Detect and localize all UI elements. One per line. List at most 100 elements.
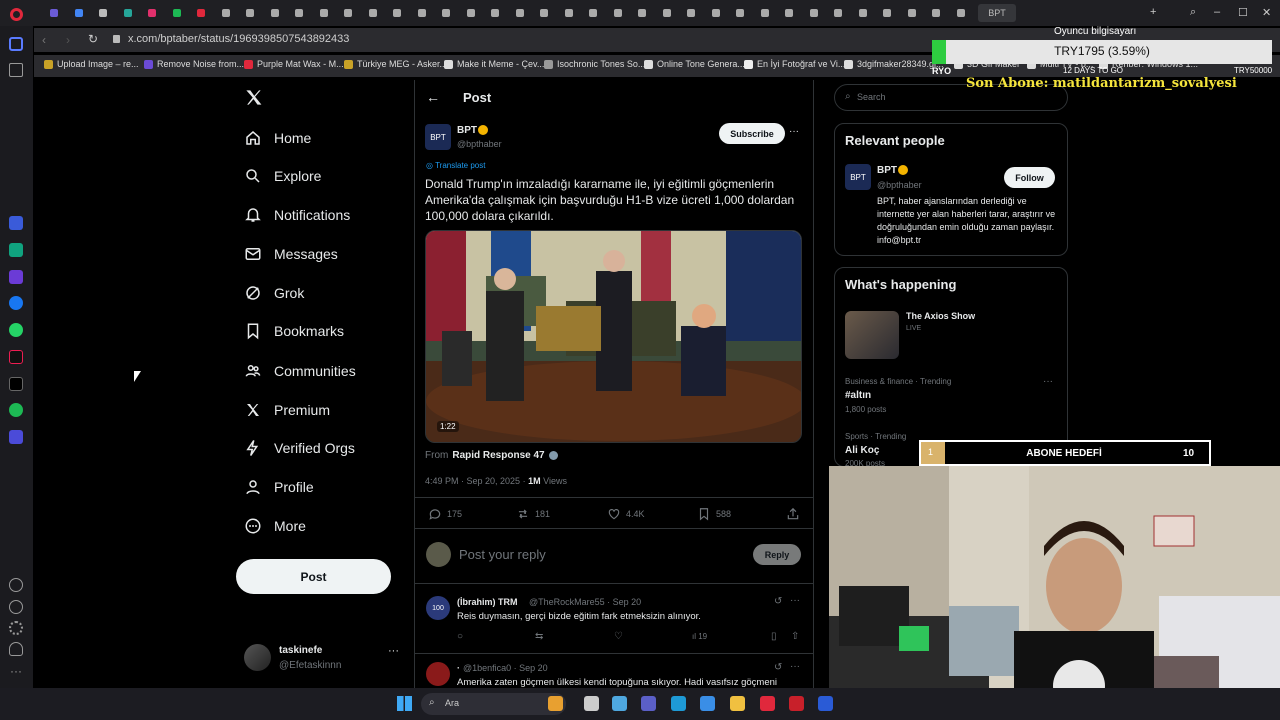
trend-more-icon[interactable]: ··· bbox=[1043, 376, 1053, 387]
nav-item-communities[interactable]: Communities bbox=[244, 358, 356, 384]
edge-icon[interactable] bbox=[671, 696, 686, 711]
browser-tab[interactable] bbox=[902, 4, 924, 22]
chatgpt-icon[interactable] bbox=[9, 243, 23, 257]
reply-reply-icon[interactable]: ○ bbox=[457, 631, 463, 642]
bulb-icon[interactable] bbox=[9, 642, 23, 656]
browser-tab[interactable] bbox=[730, 4, 752, 22]
author-avatar[interactable]: BPT bbox=[425, 124, 451, 150]
browser-tab[interactable] bbox=[632, 4, 654, 22]
post-video[interactable]: 1:22 bbox=[425, 230, 802, 443]
browser-tab[interactable] bbox=[216, 4, 238, 22]
browser-tab[interactable] bbox=[363, 4, 385, 22]
browser-tab[interactable] bbox=[877, 4, 899, 22]
nav-item-bookmarks[interactable]: Bookmarks bbox=[244, 318, 344, 344]
trend-name[interactable]: Ali Koç bbox=[845, 445, 879, 456]
reply-handle[interactable]: @1benfica0 · Sep 20 bbox=[463, 663, 548, 673]
url-field[interactable]: x.com/bptaber/status/1969398507543892433 bbox=[128, 33, 349, 45]
opera-icon[interactable] bbox=[760, 696, 775, 711]
follow-button[interactable]: Follow bbox=[1004, 167, 1055, 188]
browser-tab[interactable] bbox=[853, 4, 875, 22]
like-action[interactable]: 4.4K bbox=[607, 507, 645, 521]
browser-tab[interactable] bbox=[608, 4, 630, 22]
star-icon[interactable] bbox=[9, 63, 23, 77]
browser-tab[interactable] bbox=[779, 4, 801, 22]
bookmark-item[interactable]: Upload Image – re... bbox=[44, 59, 139, 69]
nav-item-home[interactable]: Home bbox=[244, 125, 311, 151]
aria-icon[interactable] bbox=[9, 216, 23, 230]
browser-tab[interactable] bbox=[142, 4, 164, 22]
bookmark-action[interactable]: 588 bbox=[697, 507, 731, 521]
reply-handle[interactable]: @TheRockMare55 · Sep 20 bbox=[529, 597, 641, 607]
browser-tab[interactable] bbox=[436, 4, 458, 22]
taskbar-search[interactable]: ⌕ Ara bbox=[421, 693, 566, 715]
post-timestamp[interactable]: 4:49 PM · Sep 20, 2025 · bbox=[425, 476, 526, 486]
trend-name[interactable]: #altın bbox=[845, 390, 871, 401]
browser-tab[interactable] bbox=[387, 4, 409, 22]
browser-tab[interactable] bbox=[461, 4, 483, 22]
minimize-icon[interactable]: – bbox=[1214, 6, 1220, 18]
reload-icon[interactable]: ↻ bbox=[88, 32, 98, 46]
reply-input[interactable]: Post your reply bbox=[459, 547, 546, 562]
tiktok-icon[interactable] bbox=[9, 350, 23, 364]
browser-tab[interactable] bbox=[681, 4, 703, 22]
reply-button[interactable]: Reply bbox=[753, 544, 801, 565]
subscribe-button[interactable]: Subscribe bbox=[719, 123, 785, 144]
browser-tab[interactable] bbox=[412, 4, 434, 22]
reply-author[interactable]: · bbox=[457, 663, 460, 673]
reply-action[interactable]: 175 bbox=[428, 507, 462, 521]
bookmark-item[interactable]: En İyi Fotoğraf ve Vi... bbox=[744, 59, 845, 69]
windows-start-icon[interactable] bbox=[397, 696, 412, 711]
bookmark-item[interactable]: Online Tone Genera... bbox=[644, 59, 745, 69]
person-name[interactable]: BPT bbox=[877, 165, 897, 176]
browser-tab[interactable] bbox=[191, 4, 213, 22]
nav-item-profile[interactable]: Profile bbox=[244, 474, 314, 500]
settings-icon[interactable] bbox=[9, 621, 23, 635]
browser-tab[interactable] bbox=[804, 4, 826, 22]
browser-tab[interactable] bbox=[828, 4, 850, 22]
browser-tab[interactable] bbox=[167, 4, 189, 22]
reply-like-icon[interactable]: ♡ bbox=[614, 631, 623, 642]
reply-bookmark-icon[interactable]: ▯ bbox=[771, 631, 777, 642]
new-tab-icon[interactable]: + bbox=[1150, 6, 1156, 18]
player-icon[interactable] bbox=[9, 430, 23, 444]
browser-tab[interactable] bbox=[755, 4, 777, 22]
opera-logo-icon[interactable] bbox=[10, 8, 23, 21]
back-arrow-icon[interactable]: ← bbox=[426, 89, 440, 105]
browser-tab[interactable] bbox=[926, 4, 948, 22]
grok-icon[interactable]: ↺ bbox=[774, 662, 782, 673]
grok-icon[interactable]: ↺ bbox=[774, 596, 782, 607]
nav-item-notifications[interactable]: Notifications bbox=[244, 202, 350, 228]
post-compose-button[interactable]: Post bbox=[236, 559, 391, 594]
author-handle[interactable]: @bpthaber bbox=[457, 139, 502, 149]
browser-tab[interactable] bbox=[240, 4, 262, 22]
nav-item-more[interactable]: More bbox=[244, 513, 306, 539]
copilot-icon[interactable] bbox=[612, 696, 627, 711]
reply-author[interactable]: (İbrahim) TRM bbox=[457, 597, 518, 607]
forward-icon[interactable]: › bbox=[66, 33, 70, 47]
browser-tab[interactable] bbox=[534, 4, 556, 22]
store-icon[interactable] bbox=[700, 696, 715, 711]
browser-tab[interactable] bbox=[265, 4, 287, 22]
live-thumbnail[interactable] bbox=[845, 311, 899, 359]
nav-item-premium[interactable]: Premium bbox=[244, 397, 330, 423]
browser-tab[interactable] bbox=[951, 4, 973, 22]
tab-active[interactable]: BPT bbox=[978, 4, 1016, 22]
browser-tab[interactable] bbox=[510, 4, 532, 22]
teams-icon[interactable] bbox=[641, 696, 656, 711]
browser-tab[interactable] bbox=[118, 4, 140, 22]
x-logo-icon[interactable] bbox=[244, 88, 263, 107]
history-icon[interactable] bbox=[9, 600, 23, 614]
task-view-icon[interactable] bbox=[584, 696, 599, 711]
home-sidebar-icon[interactable] bbox=[9, 37, 23, 51]
bookmark-item[interactable]: Türkiye MEG - Asker... bbox=[344, 59, 447, 69]
reply-item[interactable]: 100 (İbrahim) TRM @TheRockMare55 · Sep 2… bbox=[415, 590, 813, 650]
app-icon[interactable] bbox=[9, 270, 23, 284]
repost-action[interactable]: 181 bbox=[516, 507, 550, 521]
app-l-icon[interactable] bbox=[818, 696, 833, 711]
whatsapp-icon[interactable] bbox=[9, 323, 23, 337]
browser-tab[interactable] bbox=[93, 4, 115, 22]
reply-repost-icon[interactable]: ⇆ bbox=[535, 631, 543, 642]
bookmark-item[interactable]: Isochronic Tones So... bbox=[544, 59, 645, 69]
browser-tab[interactable] bbox=[657, 4, 679, 22]
search-tabs-icon[interactable]: ⌕ bbox=[1190, 6, 1196, 19]
